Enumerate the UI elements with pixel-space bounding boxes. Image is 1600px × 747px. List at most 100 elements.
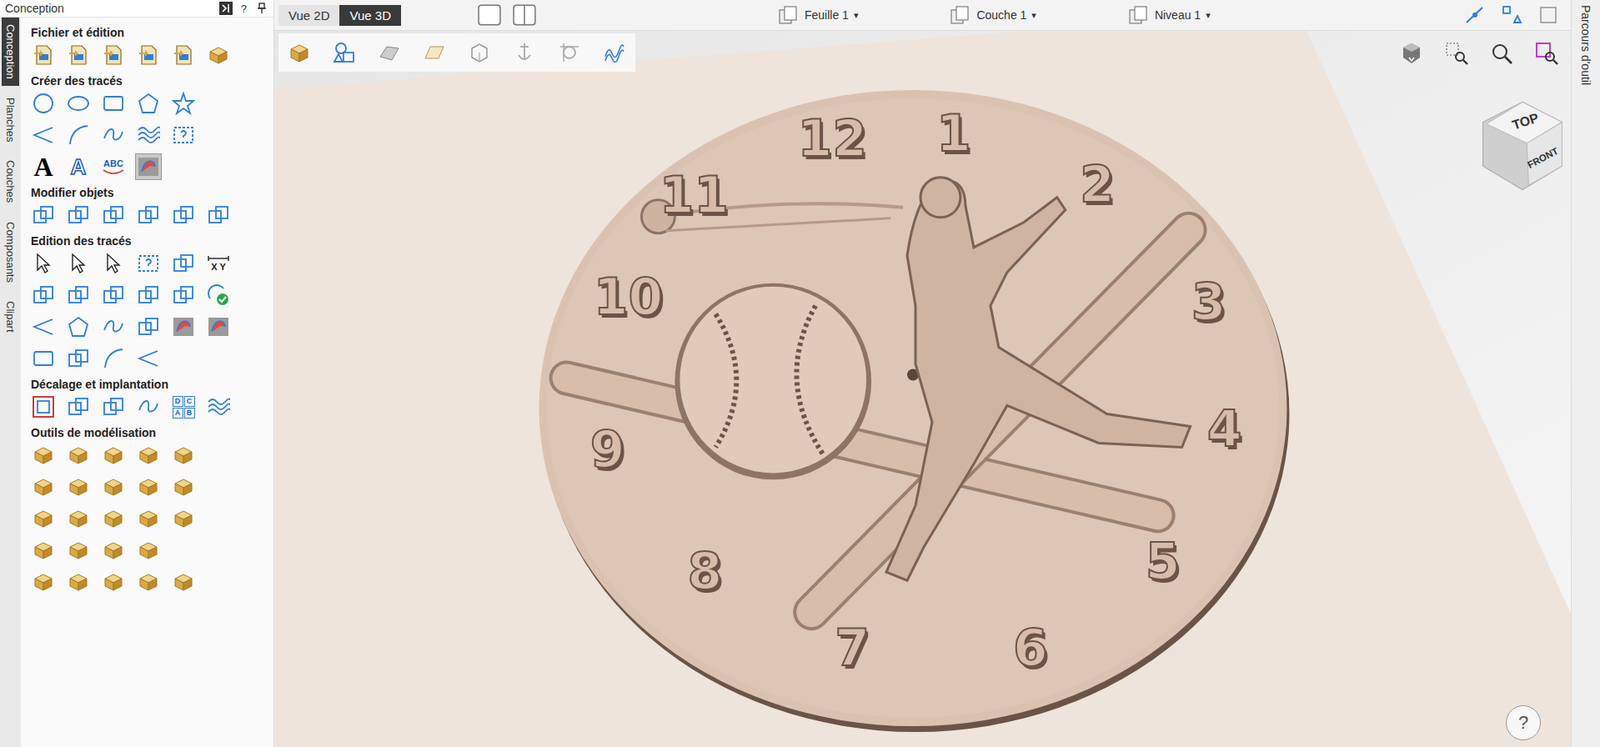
view-tool-icon[interactable] <box>331 40 357 66</box>
shade-icon[interactable] <box>1399 40 1425 66</box>
side-tab[interactable]: Planches <box>1 90 20 149</box>
tool-button[interactable] <box>135 90 161 116</box>
tool-button[interactable] <box>100 537 126 563</box>
tool-button[interactable] <box>100 90 126 116</box>
help-button[interactable]: ? <box>1505 705 1541 741</box>
tool-button[interactable] <box>30 42 56 68</box>
tool-button[interactable] <box>65 506 91 532</box>
tool-button[interactable] <box>30 202 56 228</box>
zoom-box-icon[interactable] <box>1444 40 1470 66</box>
tool-button[interactable] <box>100 122 126 148</box>
tool-button[interactable] <box>100 282 126 308</box>
tool-button[interactable] <box>135 202 161 228</box>
tool-button[interactable] <box>170 42 196 68</box>
view-tool-icon[interactable] <box>466 40 492 66</box>
tool-button[interactable] <box>100 474 126 500</box>
tool-button[interactable] <box>65 250 91 276</box>
tool-button[interactable]: A <box>65 154 91 180</box>
collapse-icon[interactable] <box>219 1 233 16</box>
view-tab[interactable]: Vue 3D <box>339 5 401 26</box>
view-tool-icon[interactable] <box>421 40 447 66</box>
tool-button[interactable] <box>30 394 56 420</box>
tool-button[interactable] <box>30 282 56 308</box>
tool-button[interactable] <box>100 42 126 68</box>
tool-button[interactable]: DCAB <box>170 394 196 420</box>
tool-button[interactable] <box>170 282 196 308</box>
tool-button[interactable] <box>65 569 91 595</box>
help-button[interactable]: ? <box>240 2 247 16</box>
tool-button[interactable] <box>65 394 91 420</box>
single-view-icon[interactable] <box>477 4 502 26</box>
side-tab[interactable]: Conception <box>1 17 20 86</box>
tool-button[interactable] <box>135 569 161 595</box>
tool-button[interactable] <box>135 394 161 420</box>
snap-icon[interactable] <box>1464 4 1486 26</box>
tool-button[interactable] <box>135 282 161 308</box>
layer-dropdown[interactable]: Couche 1▾ <box>949 5 1036 26</box>
tool-button[interactable] <box>100 442 126 468</box>
tool-button[interactable] <box>135 346 161 372</box>
tool-button[interactable] <box>170 506 196 532</box>
view-cube[interactable]: TOPFRONT <box>1474 97 1571 195</box>
frame-icon[interactable] <box>1537 4 1560 26</box>
tool-button[interactable] <box>30 346 56 372</box>
tool-button[interactable] <box>65 282 91 308</box>
tool-button[interactable] <box>170 250 196 276</box>
pin-icon[interactable] <box>255 1 269 16</box>
tool-button[interactable] <box>30 442 56 468</box>
tool-button[interactable] <box>135 474 161 500</box>
tool-button[interactable]: ABC <box>100 154 126 180</box>
view-tool-icon[interactable] <box>376 40 402 66</box>
tool-button[interactable] <box>65 90 91 116</box>
side-tab[interactable]: Composants <box>1 215 20 290</box>
tool-button[interactable] <box>100 346 126 372</box>
view-tool-icon[interactable] <box>286 40 312 66</box>
tool-button[interactable] <box>65 474 91 500</box>
tool-button[interactable] <box>135 314 161 340</box>
tool-button[interactable] <box>30 569 56 595</box>
tool-button[interactable] <box>30 537 56 563</box>
toolpath-tab[interactable]: Parcours d'outil <box>1579 0 1593 747</box>
tool-button[interactable] <box>135 537 161 563</box>
tool-button[interactable] <box>100 506 126 532</box>
tool-button[interactable] <box>100 202 126 228</box>
tool-button[interactable] <box>170 442 196 468</box>
tool-button[interactable] <box>30 506 56 532</box>
tool-button[interactable] <box>135 250 161 276</box>
tool-button[interactable] <box>170 90 196 116</box>
tool-button[interactable] <box>100 250 126 276</box>
tool-button[interactable] <box>205 314 231 340</box>
tool-button[interactable] <box>205 282 231 308</box>
tool-button[interactable] <box>30 90 56 116</box>
tool-button[interactable] <box>30 474 56 500</box>
tool-button[interactable] <box>65 346 91 372</box>
tool-button[interactable] <box>65 537 91 563</box>
tool-button[interactable] <box>65 314 91 340</box>
tool-button[interactable] <box>170 202 196 228</box>
side-tab[interactable]: Couches <box>1 153 20 210</box>
tool-button[interactable]: A <box>30 154 56 180</box>
tool-button[interactable] <box>170 474 196 500</box>
tool-button[interactable] <box>135 154 161 180</box>
tool-button[interactable] <box>205 394 231 420</box>
tool-button[interactable] <box>205 202 231 228</box>
zoom-fit-icon[interactable] <box>1534 40 1560 66</box>
tool-button[interactable] <box>65 442 91 468</box>
tool-button[interactable] <box>135 122 161 148</box>
tool-button[interactable] <box>135 42 161 68</box>
align-icon[interactable] <box>1500 4 1523 26</box>
tool-button[interactable] <box>100 314 126 340</box>
layer-dropdown[interactable]: Feuille 1▾ <box>777 5 858 26</box>
zoom-icon[interactable] <box>1489 40 1515 66</box>
tool-button[interactable] <box>100 394 126 420</box>
side-tab[interactable]: Clipart <box>1 294 20 340</box>
tool-button[interactable] <box>135 442 161 468</box>
tool-button[interactable] <box>30 250 56 276</box>
view-tab[interactable]: Vue 2D <box>278 5 340 26</box>
view-tool-icon[interactable] <box>601 40 627 66</box>
tool-button[interactable] <box>205 42 231 68</box>
tool-button[interactable] <box>65 42 91 68</box>
tool-button[interactable]: X Y <box>205 250 231 276</box>
clock-model-canvas[interactable]: 121211223344556677889910101111 <box>274 30 1571 747</box>
split-view-icon[interactable] <box>512 4 537 26</box>
